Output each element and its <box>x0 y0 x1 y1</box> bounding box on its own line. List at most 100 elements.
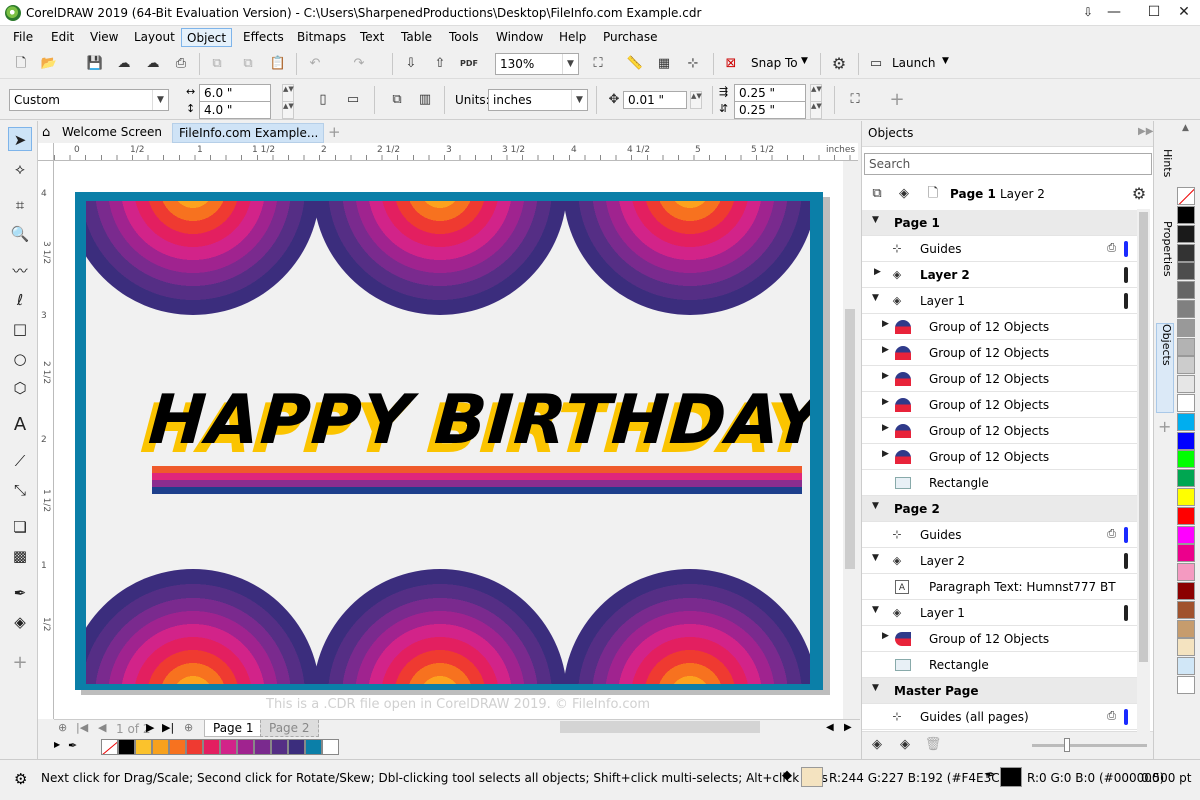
launch-icon[interactable]: ▭ <box>865 53 887 75</box>
duplicate-x-field[interactable]: 0.25 " <box>734 84 806 102</box>
crop-tool-icon[interactable]: ⌗ <box>8 193 32 217</box>
tab-properties[interactable]: Properties <box>1156 221 1174 303</box>
menu-view[interactable]: View <box>85 28 123 47</box>
add-page-icon[interactable]: ⊕ <box>58 721 67 734</box>
nudge-distance-field[interactable]: 0.01 " <box>623 91 687 109</box>
palette-color-swatch[interactable] <box>1177 394 1195 412</box>
cloud-download-icon[interactable]: ☁ <box>142 53 164 75</box>
palette-color-swatch[interactable] <box>1177 300 1195 318</box>
nudge-spinner[interactable]: ▲▼ <box>690 91 702 109</box>
menu-window[interactable]: Window <box>491 28 548 47</box>
tree-guides-all-pages[interactable]: ⊹ Guides (all pages) ⎙ <box>862 704 1138 730</box>
tree-group[interactable]: ▶ Group of 12 Objects <box>862 626 1138 652</box>
palette-expand-icon[interactable]: ▶ <box>54 740 60 749</box>
no-color-swatch[interactable] <box>1177 187 1195 205</box>
undo-icon[interactable]: ↶ <box>304 53 326 75</box>
objects-scrollbar[interactable] <box>1137 209 1150 733</box>
next-page-icon[interactable]: ▶ <box>146 721 154 734</box>
rainbow-semicircle-bottom-center[interactable] <box>313 569 567 684</box>
add-page-after-icon[interactable]: ⊕ <box>184 721 193 734</box>
palette-swatch[interactable] <box>305 739 322 755</box>
palette-swatch[interactable] <box>220 739 237 755</box>
tree-layer-2[interactable]: ▶ ◈ Layer 2 <box>862 262 1138 288</box>
palette-color-swatch[interactable] <box>1177 525 1195 544</box>
palette-color-swatch[interactable] <box>1177 582 1195 600</box>
eyedropper-icon[interactable]: ✒ <box>68 739 77 752</box>
palette-color-swatch[interactable] <box>1177 375 1195 394</box>
menu-table[interactable]: Table <box>396 28 437 47</box>
menu-bitmaps[interactable]: Bitmaps <box>292 28 351 47</box>
cut-icon[interactable]: ⧉ <box>206 53 228 75</box>
tab-hints[interactable]: Hints <box>1156 149 1174 201</box>
show-grid-icon[interactable]: ▦ <box>653 53 675 75</box>
menu-effects[interactable]: Effects <box>238 28 289 47</box>
palette-color-swatch[interactable] <box>1177 412 1195 431</box>
width-spinner[interactable]: ▲▼ <box>282 84 294 102</box>
palette-color-swatch[interactable] <box>1177 431 1195 450</box>
color-stripes[interactable] <box>152 466 802 494</box>
layer-stack-icon[interactable]: ◈ <box>893 183 915 205</box>
rainbow-semicircle-top-left[interactable] <box>86 201 320 315</box>
options-gear-icon[interactable]: ⚙ <box>828 53 850 75</box>
ruler-origin[interactable] <box>38 143 54 161</box>
polygon-tool-icon[interactable]: ⬡ <box>8 376 32 400</box>
add-tool-icon[interactable]: + <box>8 651 32 675</box>
canvas-horizontal-scrollbar[interactable] <box>560 721 760 733</box>
units-dropdown[interactable]: inches ▼ <box>488 89 588 111</box>
palette-color-swatch[interactable] <box>1177 506 1195 525</box>
import-icon[interactable]: ⇩ <box>400 53 422 75</box>
rainbow-semicircle-top-right[interactable] <box>563 201 810 315</box>
palette-color-swatch[interactable] <box>1177 544 1195 563</box>
menu-tools[interactable]: Tools <box>444 28 484 47</box>
duplicate-x-spinner[interactable]: ▲▼ <box>810 84 822 102</box>
duplicate-y-spinner[interactable]: ▲▼ <box>810 101 822 119</box>
tree-group[interactable]: ▶ Group of 12 Objects <box>862 418 1138 444</box>
eyedropper-tool-icon[interactable]: ✒ <box>8 581 32 605</box>
palette-swatch[interactable] <box>118 739 135 755</box>
status-gear-icon[interactable]: ⚙ <box>14 770 27 788</box>
save-icon[interactable]: 💾 <box>84 53 106 75</box>
freehand-tool-icon[interactable]: 〰 <box>8 259 32 283</box>
tree-guides[interactable]: ⊹ Guides ⎙ <box>862 522 1138 548</box>
tree-layer-1[interactable]: ▼ ◈ Layer 1 <box>862 288 1138 314</box>
outline-color-swatch[interactable] <box>1000 767 1022 787</box>
tree-master-page[interactable]: ▼ Master Page <box>862 678 1138 704</box>
tree-page-1[interactable]: ▼ Page 1 <box>862 210 1138 236</box>
canvas-vertical-scrollbar[interactable] <box>843 161 857 719</box>
palette-color-swatch[interactable] <box>1177 318 1195 337</box>
menu-object[interactable]: Object <box>181 28 233 47</box>
tree-group[interactable]: ▶ Group of 12 Objects <box>862 366 1138 392</box>
duplicate-y-field[interactable]: 0.25 " <box>734 101 806 119</box>
ellipse-tool-icon[interactable]: ○ <box>8 347 32 371</box>
cloud-upload-icon[interactable]: ☁ <box>113 53 135 75</box>
docker-expand-icon[interactable]: ▶▶ <box>1138 126 1153 137</box>
palette-color-swatch[interactable] <box>1177 450 1195 469</box>
snap-to-dropdown[interactable]: Snap To <box>751 56 798 70</box>
palette-color-swatch[interactable] <box>1177 337 1195 356</box>
new-document-icon[interactable]: 🗋 <box>10 53 32 75</box>
pick-tool-icon[interactable]: ➤ <box>8 127 32 151</box>
palette-color-swatch[interactable] <box>1177 600 1195 619</box>
docker-options-gear-icon[interactable]: ⚙ <box>1128 183 1150 205</box>
palette-swatch[interactable] <box>322 739 339 755</box>
vertical-ruler[interactable]: 4 3 1/2 3 2 1/2 2 1 1/2 1 1/2 <box>38 161 54 719</box>
no-color-swatch[interactable] <box>101 739 118 755</box>
tree-page-2[interactable]: ▼ Page 2 <box>862 496 1138 522</box>
palette-swatch[interactable] <box>237 739 254 755</box>
printer-icon[interactable]: ⎙ <box>1107 709 1116 723</box>
page-options-icon[interactable]: ⧉ <box>866 183 888 205</box>
menu-file[interactable]: File <box>8 28 38 47</box>
page-tab-1[interactable]: Page 1 <box>204 720 263 737</box>
palette-color-swatch[interactable] <box>1177 206 1195 224</box>
minimize-button[interactable]: — <box>1094 0 1134 26</box>
printer-icon[interactable]: ⎙ <box>1107 241 1116 255</box>
add-icon[interactable]: + <box>886 89 908 111</box>
palette-color-swatch[interactable] <box>1177 356 1195 375</box>
redo-icon[interactable]: ↷ <box>348 53 370 75</box>
copy-icon[interactable]: ⧉ <box>237 53 259 75</box>
tree-rectangle[interactable]: Rectangle <box>862 652 1138 678</box>
paste-icon[interactable]: 📋 <box>267 53 289 75</box>
chevron-down-icon[interactable]: ▼ <box>801 56 808 66</box>
launch-button[interactable]: Launch <box>892 56 935 70</box>
palette-scroll-up-icon[interactable]: ▲ <box>1182 123 1189 133</box>
